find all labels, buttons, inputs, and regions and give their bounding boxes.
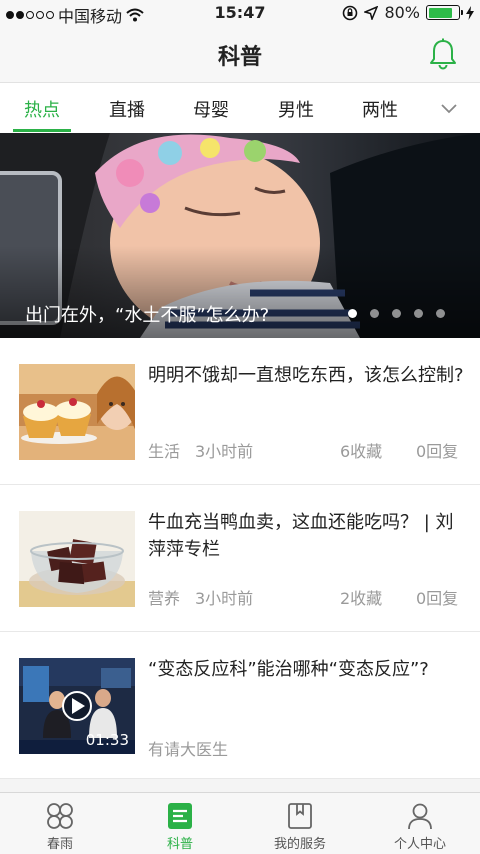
bottom-tab-label: 个人中心 bbox=[393, 837, 446, 852]
article-thumbnail bbox=[19, 511, 135, 607]
article-title: “变态反应科”能治哪种“变态反应”? bbox=[148, 659, 429, 680]
list-item[interactable]: 01:33 “变态反应科”能治哪种“变态反应”? 有请大医生 bbox=[0, 632, 480, 779]
page-title: 科普 bbox=[217, 45, 262, 70]
bottom-tab-chunyu[interactable]: 春雨 bbox=[0, 793, 120, 854]
article-source: 有请大医生 bbox=[148, 740, 229, 759]
bottom-tab-my-services[interactable]: 我的服务 bbox=[240, 793, 360, 854]
bottom-tab-label: 科普 bbox=[166, 837, 193, 852]
banner-caption: 出门在外，“水土不服”怎么办? bbox=[25, 305, 270, 326]
article-title: 明明不饿却一直想吃东西，该怎么控制? bbox=[148, 365, 464, 386]
active-tab-indicator bbox=[13, 129, 71, 132]
pager-dot bbox=[436, 309, 445, 318]
status-bar: 中国移动 15:47 80% bbox=[0, 0, 480, 26]
bottom-tab-bar: 春雨 科普 我的服务 个人中心 bbox=[0, 792, 480, 854]
reply-count: 0回复 bbox=[416, 442, 459, 461]
tab-sex[interactable]: 两性 bbox=[362, 96, 398, 122]
article-feed: 明明不饿却一直想吃东西，该怎么控制? 生活 3小时前 6收藏 0回复 牛血充当鸭… bbox=[0, 338, 480, 779]
battery-percent: 80% bbox=[384, 3, 420, 22]
nav-bar: 科普 bbox=[0, 26, 480, 83]
location-arrow-icon bbox=[364, 5, 379, 20]
clover-icon bbox=[47, 803, 73, 829]
tab-live[interactable]: 直播 bbox=[109, 96, 145, 122]
favorite-count: 6收藏 bbox=[340, 442, 383, 461]
rotation-lock-icon bbox=[343, 5, 358, 20]
pager-dot bbox=[414, 309, 423, 318]
chevron-down-icon[interactable] bbox=[440, 99, 458, 117]
tab-maternal[interactable]: 母婴 bbox=[193, 96, 229, 122]
banner-carousel[interactable]: 出门在外，“水土不服”怎么办? bbox=[0, 133, 480, 338]
article-thumbnail bbox=[19, 364, 135, 460]
article-category: 生活 bbox=[148, 442, 181, 461]
pager-dot bbox=[370, 309, 379, 318]
bottom-tab-label: 我的服务 bbox=[273, 837, 326, 852]
status-right: 80% bbox=[342, 3, 474, 22]
article-time: 3小时前 bbox=[195, 589, 254, 608]
battery-icon bbox=[426, 5, 463, 20]
article-time: 3小时前 bbox=[195, 442, 254, 461]
reply-count: 0回复 bbox=[416, 589, 459, 608]
bell-icon[interactable] bbox=[428, 38, 458, 70]
pager-dot-active bbox=[348, 309, 357, 318]
tab-hot[interactable]: 热点 bbox=[24, 96, 60, 122]
article-category: 营养 bbox=[148, 589, 181, 608]
video-duration: 01:33 bbox=[85, 731, 129, 749]
person-icon bbox=[408, 803, 432, 830]
carousel-pager bbox=[348, 309, 445, 318]
tab-male[interactable]: 男性 bbox=[278, 96, 314, 122]
favorite-count: 2收藏 bbox=[340, 589, 383, 608]
article-icon bbox=[168, 803, 192, 829]
bottom-tab-label: 春雨 bbox=[46, 837, 73, 852]
book-icon bbox=[288, 803, 312, 829]
bottom-tab-profile[interactable]: 个人中心 bbox=[360, 793, 480, 854]
category-tabs: 热点 直播 母婴 男性 两性 bbox=[0, 83, 480, 133]
charging-bolt-icon bbox=[466, 5, 474, 20]
bottom-tab-science[interactable]: 科普 bbox=[120, 793, 240, 854]
video-thumbnail: 01:33 bbox=[19, 658, 135, 754]
pager-dot bbox=[392, 309, 401, 318]
list-item[interactable]: 牛血充当鸭血卖，这血还能吃吗？ | 刘萍萍专栏 营养 3小时前 2收藏 0回复 bbox=[0, 485, 480, 632]
article-title: 牛血充当鸭血卖，这血还能吃吗？ | 刘萍萍专栏 bbox=[148, 512, 454, 560]
list-item[interactable]: 明明不饿却一直想吃东西，该怎么控制? 生活 3小时前 6收藏 0回复 bbox=[0, 338, 480, 485]
